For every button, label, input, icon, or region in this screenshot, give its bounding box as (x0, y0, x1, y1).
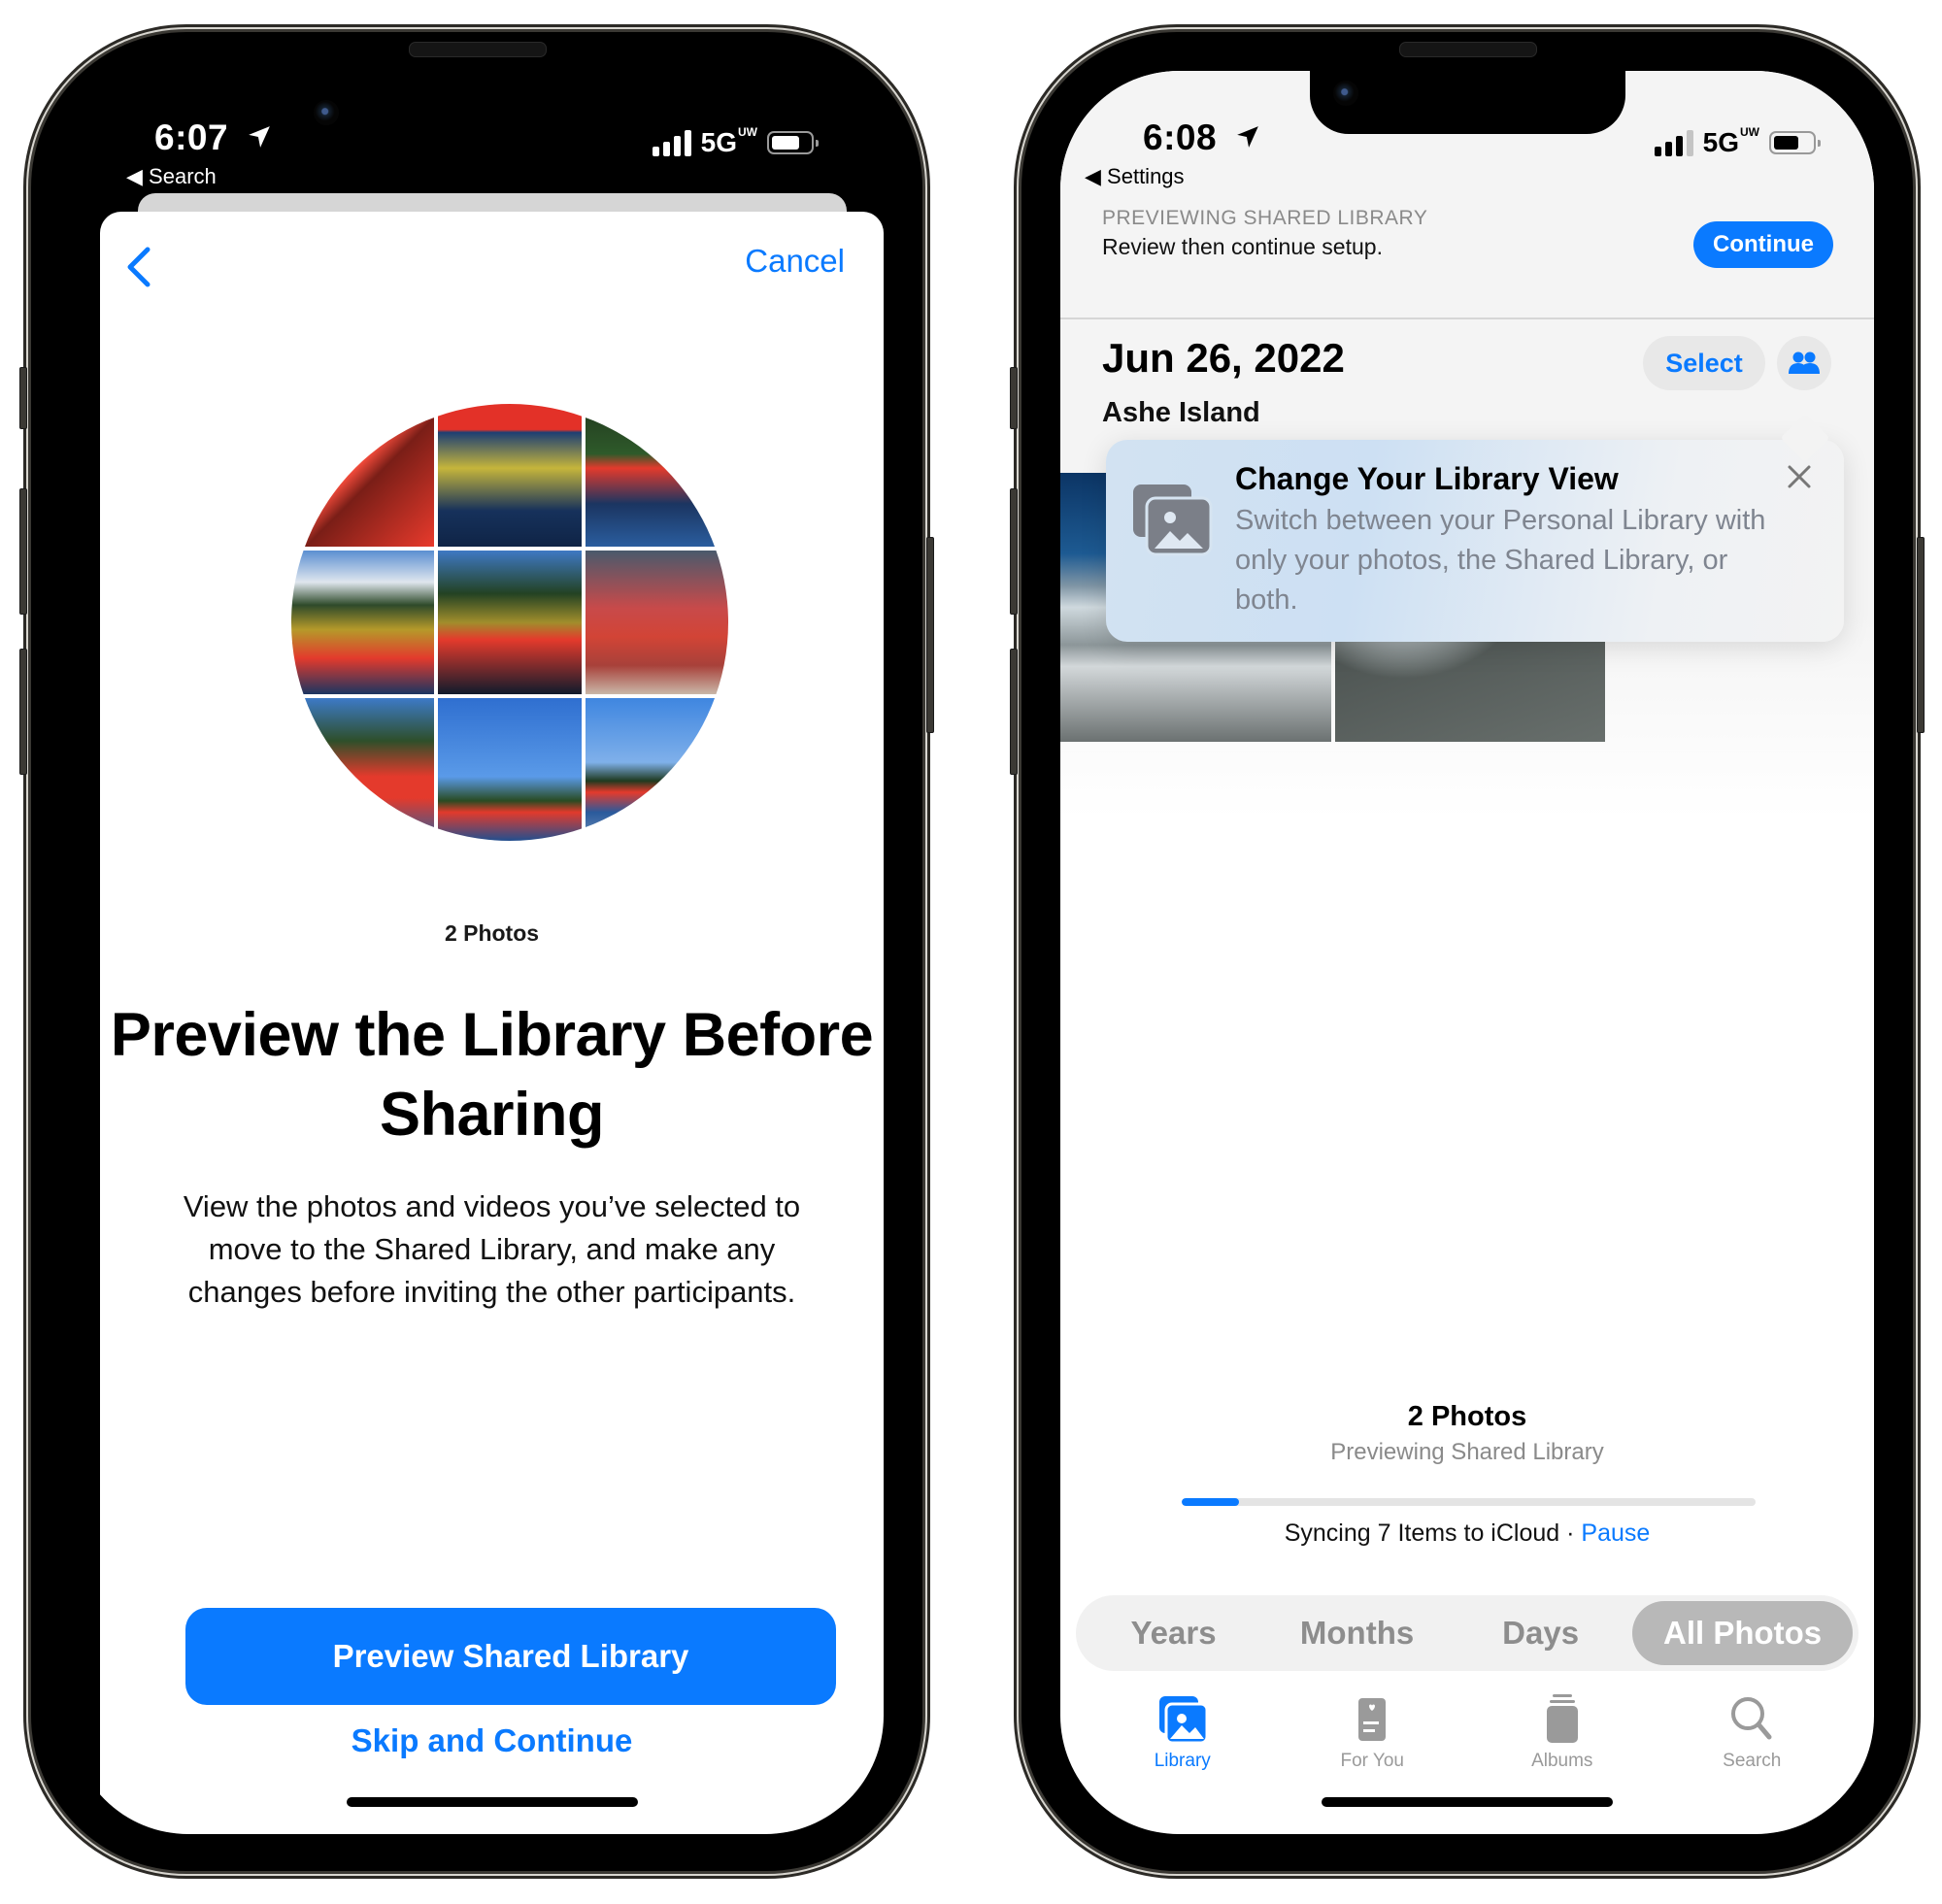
status-time: 6:07 (154, 117, 272, 158)
mute-switch (19, 367, 27, 429)
tab-albums[interactable]: Albums (1490, 1692, 1635, 1789)
front-camera (314, 100, 339, 125)
tab-label: Albums (1531, 1751, 1593, 1771)
skip-and-continue-button[interactable]: Skip and Continue (100, 1722, 884, 1759)
continue-button[interactable]: Continue (1693, 221, 1833, 268)
search-icon (1731, 1697, 1772, 1740)
time-label: 6:08 (1143, 117, 1218, 157)
tip-title: Change Your Library View (1235, 461, 1619, 496)
location-label: Ashe Island (1102, 397, 1260, 428)
collage-photo-tile (585, 551, 728, 694)
summary-subtitle: Previewing Shared Library (1330, 1439, 1604, 1465)
signal-icon (1654, 129, 1693, 156)
tab-bar: Library For You Albums Search (1060, 1692, 1874, 1789)
status-time: 6:08 (1143, 117, 1260, 158)
right-screen: 6:08 ◀︎ Settings 5GUW PREVIEWING SHARED … (1060, 71, 1874, 1834)
collage-photo-tile (585, 404, 728, 548)
page-title: Preview the Library Before Sharing (110, 1001, 874, 1149)
speaker-grille (409, 42, 547, 57)
date-title: Jun 26, 2022 (1102, 335, 1345, 381)
tip-body: Switch between your Personal Library wit… (1235, 505, 1766, 616)
collage-photo-tile (438, 551, 582, 694)
volume-down-button (19, 649, 27, 775)
select-button[interactable]: Select (1643, 336, 1765, 390)
tab-for-you[interactable]: For You (1299, 1692, 1445, 1789)
chevron-left-icon[interactable] (124, 246, 153, 288)
location-arrow-icon (249, 126, 270, 148)
time-label: 6:07 (154, 117, 229, 157)
signal-icon (652, 129, 691, 156)
collage-photo-tile (585, 697, 728, 841)
home-indicator (346, 1797, 638, 1807)
banner-subtitle: Review then continue setup. (1102, 234, 1383, 259)
collage-photo-tile (438, 404, 582, 548)
albums-icon (1546, 1694, 1578, 1743)
tab-label: Library (1154, 1751, 1211, 1771)
right-phone: 6:08 ◀︎ Settings 5GUW PREVIEWING SHARED … (1010, 32, 1925, 1871)
back-to-app-link[interactable]: ◀︎ Search (126, 164, 217, 189)
volume-down-button (1010, 649, 1018, 775)
library-view-tip: Change Your Library View Switch between … (1106, 440, 1844, 642)
banner-caption: PREVIEWING SHARED LIBRARY (1102, 207, 1428, 229)
back-app-label: Search (149, 164, 217, 188)
battery-icon (1769, 131, 1821, 154)
back-triangle-icon: ◀︎ (126, 164, 143, 188)
photos-count: 2 Photos (444, 920, 540, 946)
people-icon (1789, 351, 1820, 374)
volume-up-button (19, 488, 27, 615)
sync-progress-bar (1182, 1498, 1756, 1506)
volume-up-button (1010, 488, 1018, 615)
power-button (926, 537, 934, 733)
speaker-grille (1399, 42, 1537, 57)
photo-count: 2 Photos (1407, 1401, 1527, 1432)
sync-status: Syncing 7 Items to iCloud · Pause (1060, 1520, 1874, 1548)
collage-photo-tile (438, 697, 582, 841)
preview-shared-library-button[interactable]: Preview Shared Library (185, 1608, 836, 1705)
pause-button[interactable]: Pause (1581, 1520, 1650, 1547)
for-you-icon (1358, 1698, 1387, 1741)
view-segmented-control: Years Months Days All Photos (1076, 1595, 1858, 1671)
battery-icon (767, 131, 819, 154)
status-indicators: 5GUW (652, 125, 819, 158)
preview-sheet: Cancel 2 Photos Preview the Library Befo… (100, 212, 884, 1834)
home-indicator (1322, 1797, 1613, 1807)
segment-all-photos[interactable]: All Photos (1632, 1601, 1853, 1665)
status-bar: 6:07 ◀︎ Search 5GUW (70, 71, 884, 188)
status-bar: 6:08 ◀︎ Settings 5GUW (1060, 71, 1874, 188)
library-switch-button[interactable] (1777, 336, 1831, 390)
segment-days[interactable]: Days (1449, 1601, 1632, 1665)
collage-photo-tile (291, 551, 435, 694)
network-label: 5GUW (1702, 125, 1759, 157)
tab-search[interactable]: Search (1679, 1692, 1825, 1789)
location-arrow-icon (1237, 126, 1258, 148)
tab-label: For You (1340, 1751, 1405, 1771)
sync-text: Syncing 7 Items to iCloud · (1284, 1520, 1582, 1547)
status-indicators: 5GUW (1654, 125, 1821, 158)
network-label: 5GUW (700, 125, 757, 157)
collage-photo-tile (291, 404, 435, 548)
close-icon[interactable] (1782, 459, 1817, 494)
mute-switch (1010, 367, 1018, 429)
segment-years[interactable]: Years (1082, 1601, 1265, 1665)
tab-library[interactable]: Library (1110, 1692, 1256, 1789)
cancel-button[interactable]: Cancel (745, 243, 845, 280)
collage-photo-tile (291, 697, 435, 841)
preview-banner: PREVIEWING SHARED LIBRARY Review then co… (1060, 178, 1874, 319)
library-icon (1158, 1696, 1209, 1745)
power-button (1917, 537, 1925, 733)
tab-label: Search (1723, 1751, 1782, 1771)
segment-months[interactable]: Months (1265, 1601, 1449, 1665)
photo-collage (291, 404, 728, 841)
sync-progress-fill (1182, 1498, 1240, 1506)
left-screen: 6:07 ◀︎ Search 5GUW Cancel 2 Photos Prev (70, 71, 884, 1834)
photo-stack-icon (1133, 484, 1213, 556)
left-phone: 6:07 ◀︎ Search 5GUW Cancel 2 Photos Prev (19, 32, 934, 1871)
description: View the photos and videos you’ve select… (183, 1189, 801, 1309)
